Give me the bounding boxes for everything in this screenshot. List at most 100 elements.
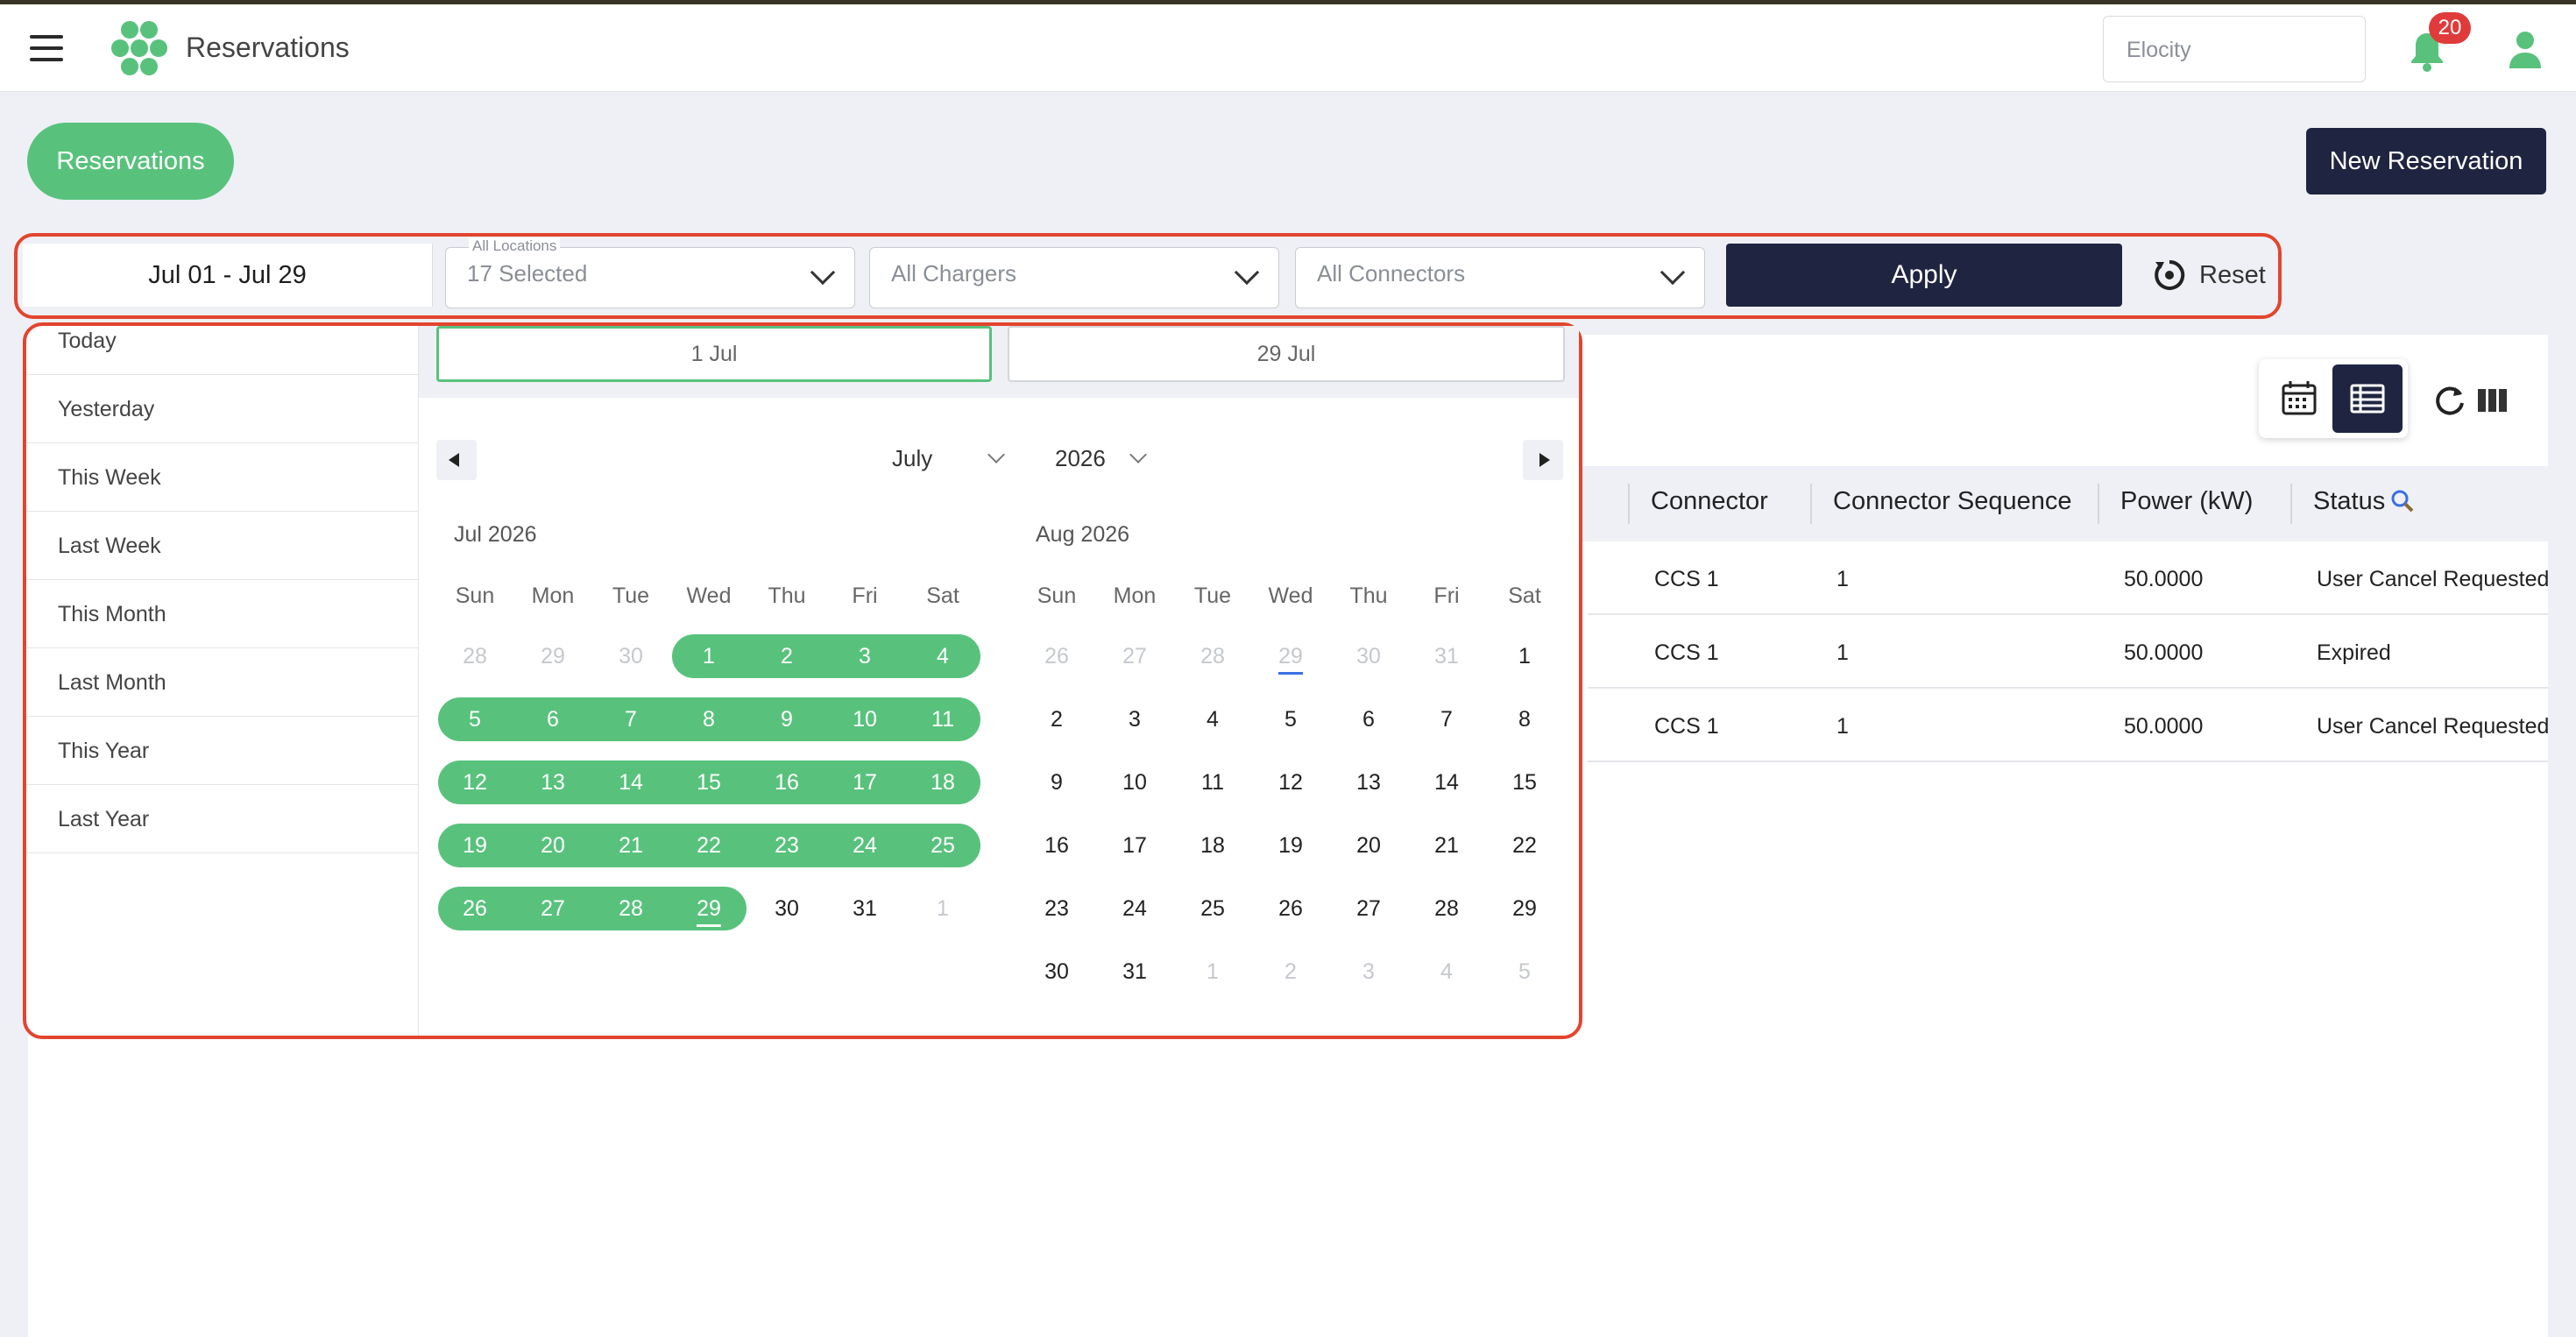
preset-today[interactable]: Today (26, 307, 419, 375)
calendar-day-outside[interactable]: 5 (1486, 950, 1563, 994)
preset-this-week[interactable]: This Week (26, 443, 419, 512)
next-month-button[interactable] (1523, 440, 1563, 480)
calendar-day-outside[interactable]: 28 (436, 634, 513, 678)
calendar-day[interactable]: 13 (1330, 760, 1407, 804)
calendar-day[interactable]: 17 (1096, 824, 1173, 867)
calendar-day[interactable]: 3 (1096, 697, 1173, 741)
calendar-day-outside[interactable]: 31 (1408, 634, 1485, 678)
calendar-view-icon[interactable] (2275, 366, 2324, 431)
calendar-day[interactable]: 4 (1174, 697, 1251, 741)
calendar-day[interactable]: 2 (748, 634, 825, 678)
columns-icon[interactable] (2476, 386, 2509, 415)
calendar-day[interactable]: 27 (1330, 887, 1407, 930)
end-date-input[interactable]: 29 Jul (1008, 326, 1565, 382)
calendar-day[interactable]: 8 (1486, 697, 1563, 741)
calendar-day[interactable]: 15 (1486, 760, 1563, 804)
calendar-day[interactable]: 11 (1174, 760, 1251, 804)
preset-last-week[interactable]: Last Week (26, 512, 419, 580)
calendar-day[interactable]: 7 (592, 697, 669, 741)
calendar-day-outside[interactable]: 1 (1174, 950, 1251, 994)
calendar-day-outside[interactable]: 30 (1330, 634, 1407, 678)
calendar-day-outside[interactable]: 2 (1252, 950, 1329, 994)
calendar-day[interactable]: 16 (748, 760, 825, 804)
calendar-day[interactable]: 11 (904, 697, 981, 741)
calendar-day[interactable]: 23 (748, 824, 825, 867)
new-reservation-button[interactable]: New Reservation (2306, 128, 2546, 195)
calendar-day[interactable]: 6 (514, 697, 591, 741)
calendar-day-outside[interactable]: 3 (1330, 950, 1407, 994)
calendar-day[interactable]: 30 (1018, 950, 1095, 994)
calendar-day[interactable]: 18 (904, 760, 981, 804)
calendar-day[interactable]: 17 (826, 760, 903, 804)
prev-month-button[interactable] (436, 440, 477, 480)
calendar-day-outside[interactable]: 27 (1096, 634, 1173, 678)
column-status[interactable]: Status (2313, 487, 2385, 516)
preset-yesterday[interactable]: Yesterday (26, 375, 419, 443)
calendar-day[interactable]: 19 (436, 824, 513, 867)
table-row[interactable] (1588, 615, 2548, 689)
calendar-day[interactable]: 21 (1408, 824, 1485, 867)
column-connector-sequence[interactable]: Connector Sequence (1833, 487, 2071, 516)
calendar-day-outside[interactable]: 26 (1018, 634, 1095, 678)
calendar-day[interactable]: 20 (1330, 824, 1407, 867)
preset-last-year[interactable]: Last Year (26, 785, 419, 853)
calendar-day[interactable]: 26 (436, 887, 513, 930)
reservations-tab[interactable]: Reservations (27, 123, 234, 200)
preset-this-month[interactable]: This Month (26, 580, 419, 648)
column-connector[interactable]: Connector (1651, 487, 1768, 516)
user-icon[interactable] (2508, 30, 2543, 68)
calendar-day[interactable]: 26 (1252, 887, 1329, 930)
column-power[interactable]: Power (kW) (2120, 487, 2253, 516)
calendar-day[interactable]: 25 (1174, 887, 1251, 930)
menu-icon[interactable] (30, 35, 63, 61)
calendar-day[interactable]: 5 (1252, 697, 1329, 741)
calendar-day[interactable]: 14 (592, 760, 669, 804)
calendar-day[interactable]: 29 (1486, 887, 1563, 930)
tenant-selector[interactable]: Elocity (2103, 16, 2366, 82)
calendar-day[interactable]: 22 (1486, 824, 1563, 867)
calendar-day-outside[interactable]: 1 (904, 887, 981, 930)
calendar-day[interactable]: 13 (514, 760, 591, 804)
calendar-day-outside[interactable]: 29 (1252, 634, 1329, 678)
calendar-day[interactable]: 16 (1018, 824, 1095, 867)
calendar-day[interactable]: 23 (1018, 887, 1095, 930)
start-date-input[interactable]: 1 Jul (436, 326, 992, 382)
calendar-day[interactable]: 10 (1096, 760, 1173, 804)
calendar-day[interactable]: 31 (826, 887, 903, 930)
month-select[interactable]: July (892, 445, 932, 472)
calendar-day-outside[interactable]: 28 (1174, 634, 1251, 678)
calendar-day[interactable]: 20 (514, 824, 591, 867)
calendar-day[interactable]: 28 (592, 887, 669, 930)
calendar-day[interactable]: 22 (670, 824, 747, 867)
calendar-day-outside[interactable]: 4 (1408, 950, 1485, 994)
calendar-day[interactable]: 25 (904, 824, 981, 867)
table-view-icon[interactable] (2332, 364, 2403, 433)
calendar-day-outside[interactable]: 30 (592, 634, 669, 678)
calendar-day[interactable]: 9 (748, 697, 825, 741)
calendar-day[interactable]: 5 (436, 697, 513, 741)
calendar-day[interactable]: 19 (1252, 824, 1329, 867)
preset-this-year[interactable]: This Year (26, 717, 419, 785)
calendar-day[interactable]: 8 (670, 697, 747, 741)
calendar-day[interactable]: 3 (826, 634, 903, 678)
calendar-day[interactable]: 31 (1096, 950, 1173, 994)
calendar-day[interactable]: 1 (670, 634, 747, 678)
calendar-day[interactable]: 12 (436, 760, 513, 804)
calendar-day[interactable]: 18 (1174, 824, 1251, 867)
calendar-day[interactable]: 4 (904, 634, 981, 678)
calendar-day[interactable]: 27 (514, 887, 591, 930)
calendar-day[interactable]: 29 (670, 887, 747, 930)
calendar-day[interactable]: 24 (1096, 887, 1173, 930)
year-select[interactable]: 2026 (1055, 445, 1106, 472)
calendar-day[interactable]: 1 (1486, 634, 1563, 678)
calendar-day[interactable]: 28 (1408, 887, 1485, 930)
calendar-day-outside[interactable]: 29 (514, 634, 591, 678)
calendar-day[interactable]: 12 (1252, 760, 1329, 804)
calendar-day[interactable]: 15 (670, 760, 747, 804)
calendar-day[interactable]: 2 (1018, 697, 1095, 741)
calendar-day[interactable]: 21 (592, 824, 669, 867)
search-icon[interactable] (2390, 489, 2415, 513)
calendar-day[interactable]: 24 (826, 824, 903, 867)
calendar-day[interactable]: 14 (1408, 760, 1485, 804)
calendar-day[interactable]: 6 (1330, 697, 1407, 741)
